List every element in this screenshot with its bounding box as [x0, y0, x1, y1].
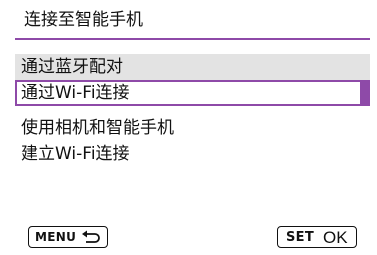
menu-item-label: 使用相机和智能手机 — [21, 118, 174, 138]
menu-item-wifi-connect[interactable]: 通过Wi-Fi连接 — [15, 80, 370, 106]
title-divider — [15, 38, 370, 40]
menu-back-button[interactable]: MENU — [28, 226, 108, 248]
menu-item-label: 通过Wi-Fi连接 — [21, 83, 130, 103]
return-arrow-icon — [81, 230, 101, 244]
set-key-label: SET — [286, 229, 315, 245]
page-title: 连接至智能手机 — [24, 10, 143, 30]
menu-item-label: 建立Wi-Fi连接 — [21, 144, 130, 164]
menu-key-label: MENU — [35, 230, 77, 244]
menu-item-camera-and-phone[interactable]: 使用相机和智能手机 — [15, 115, 370, 141]
ok-label: OK — [323, 227, 348, 247]
menu-item-create-wifi[interactable]: 建立Wi-Fi连接 — [15, 141, 370, 167]
menu-item-label: 通过蓝牙配对 — [21, 57, 123, 77]
menu-item-bluetooth-pairing[interactable]: 通过蓝牙配对 — [15, 54, 370, 80]
camera-menu-screen: 连接至智能手机 通过蓝牙配对 通过Wi-Fi连接 使用相机和智能手机 建立Wi-… — [0, 0, 377, 255]
set-ok-button[interactable]: SET OK — [277, 226, 357, 248]
